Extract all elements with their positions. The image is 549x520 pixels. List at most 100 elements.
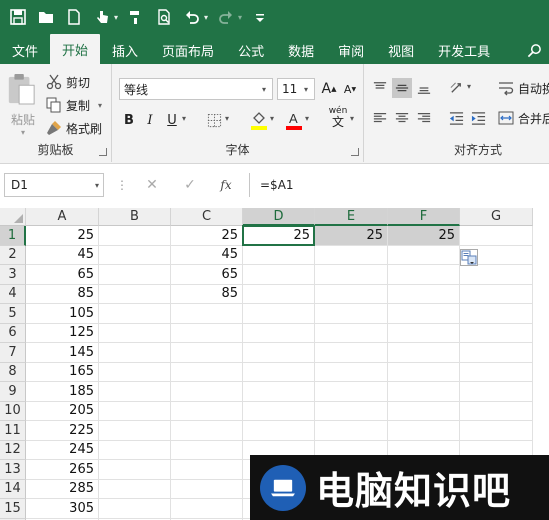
cell-b13[interactable] — [99, 460, 171, 480]
open-folder-icon[interactable] — [36, 7, 56, 27]
cell-c3[interactable]: 65 — [171, 265, 243, 285]
cell-b5[interactable] — [99, 304, 171, 324]
align-center-button[interactable] — [392, 108, 412, 128]
cell-c2[interactable]: 45 — [171, 245, 243, 265]
align-left-button[interactable] — [370, 108, 390, 128]
wrap-text-button[interactable]: 自动换 — [498, 78, 549, 98]
cell-e5[interactable] — [315, 304, 388, 324]
cell-a2[interactable]: 45 — [26, 245, 99, 265]
cell-e6[interactable] — [315, 323, 388, 343]
cell-c4[interactable]: 85 — [171, 284, 243, 304]
search-icon[interactable] — [519, 36, 549, 64]
cell-b12[interactable] — [99, 440, 171, 460]
font-launcher-icon[interactable] — [351, 148, 359, 156]
tab-file[interactable]: 文件 — [0, 36, 50, 64]
row-header[interactable]: 10 — [0, 401, 26, 421]
tab-insert[interactable]: 插入 — [100, 36, 150, 64]
cell-f2[interactable] — [388, 245, 460, 265]
redo-icon[interactable] — [216, 7, 236, 27]
increase-indent-button[interactable] — [468, 108, 488, 128]
cell-g8[interactable] — [460, 362, 533, 382]
select-all-corner[interactable] — [0, 208, 26, 226]
row-header[interactable]: 15 — [0, 499, 26, 519]
cell-g7[interactable] — [460, 343, 533, 363]
orientation-dropdown-icon[interactable]: ▾ — [467, 82, 471, 91]
underline-dropdown-icon[interactable]: ▾ — [182, 114, 186, 123]
column-header-f[interactable]: F — [388, 208, 460, 226]
cell-e2[interactable] — [315, 245, 388, 265]
bold-button[interactable]: B — [119, 110, 139, 130]
cell-f10[interactable] — [388, 401, 460, 421]
border-dropdown-icon[interactable]: ▾ — [225, 114, 229, 123]
cell-f7[interactable] — [388, 343, 460, 363]
cell-g11[interactable] — [460, 421, 533, 441]
copy-dropdown-icon[interactable]: ▾ — [98, 101, 102, 110]
cell-c1[interactable]: 25 — [171, 226, 243, 246]
cell-f11[interactable] — [388, 421, 460, 441]
format-painter-icon[interactable] — [126, 7, 146, 27]
formula-bar-separator[interactable]: ⋮ — [116, 178, 128, 192]
cell-c10[interactable] — [171, 401, 243, 421]
cell-e1[interactable]: 25 — [315, 226, 388, 246]
cell-e11[interactable] — [315, 421, 388, 441]
row-header[interactable]: 4 — [0, 284, 26, 304]
cell-e8[interactable] — [315, 362, 388, 382]
cell-b14[interactable] — [99, 479, 171, 499]
row-header[interactable]: 7 — [0, 343, 26, 363]
cell-f9[interactable] — [388, 382, 460, 402]
insert-function-icon[interactable]: fx — [215, 175, 237, 195]
italic-button[interactable]: I — [140, 110, 160, 130]
grow-font-button[interactable]: A ▲ — [319, 79, 339, 99]
cell-c15[interactable] — [171, 499, 243, 519]
touch-mode-dropdown-icon[interactable]: ▾ — [114, 13, 118, 22]
cell-c14[interactable] — [171, 479, 243, 499]
tab-home[interactable]: 开始 — [50, 34, 101, 64]
cell-a10[interactable]: 205 — [26, 401, 99, 421]
phonetic-button[interactable]: wén 文 — [326, 106, 350, 134]
cell-c11[interactable] — [171, 421, 243, 441]
new-file-icon[interactable] — [64, 7, 84, 27]
cell-d1[interactable]: 25 — [243, 226, 315, 246]
font-color-button[interactable]: A — [284, 108, 304, 132]
underline-button[interactable]: U — [162, 110, 182, 130]
cell-f4[interactable] — [388, 284, 460, 304]
row-header[interactable]: 13 — [0, 460, 26, 480]
cell-a12[interactable]: 245 — [26, 440, 99, 460]
column-header-e[interactable]: E — [315, 208, 388, 226]
cell-g3[interactable] — [460, 265, 533, 285]
cell-a15[interactable]: 305 — [26, 499, 99, 519]
font-name-select[interactable]: 等线 ▾ — [119, 78, 273, 100]
cell-d11[interactable] — [243, 421, 315, 441]
cell-b8[interactable] — [99, 362, 171, 382]
decrease-indent-button[interactable] — [446, 108, 466, 128]
cell-e9[interactable] — [315, 382, 388, 402]
cell-a3[interactable]: 65 — [26, 265, 99, 285]
fill-color-button[interactable] — [249, 108, 269, 132]
row-header[interactable]: 1 — [0, 226, 26, 246]
cell-d6[interactable] — [243, 323, 315, 343]
cell-e10[interactable] — [315, 401, 388, 421]
redo-dropdown-icon[interactable]: ▾ — [238, 13, 242, 22]
cell-f3[interactable] — [388, 265, 460, 285]
cell-b2[interactable] — [99, 245, 171, 265]
row-header[interactable]: 3 — [0, 265, 26, 285]
cell-e3[interactable] — [315, 265, 388, 285]
merge-center-button[interactable]: 合并后 — [498, 108, 549, 128]
align-middle-button[interactable] — [392, 78, 412, 98]
cell-a1[interactable]: 25 — [26, 226, 99, 246]
cell-d3[interactable] — [243, 265, 315, 285]
column-header-g[interactable]: G — [460, 208, 533, 226]
cell-c12[interactable] — [171, 440, 243, 460]
cell-b3[interactable] — [99, 265, 171, 285]
row-header[interactable]: 6 — [0, 323, 26, 343]
align-bottom-button[interactable] — [414, 78, 434, 98]
tab-view[interactable]: 视图 — [376, 36, 426, 64]
cell-d4[interactable] — [243, 284, 315, 304]
cell-b10[interactable] — [99, 401, 171, 421]
clipboard-launcher-icon[interactable] — [99, 148, 107, 156]
row-header[interactable]: 14 — [0, 479, 26, 499]
fill-color-dropdown-icon[interactable]: ▾ — [270, 114, 274, 123]
row-header[interactable]: 11 — [0, 421, 26, 441]
cell-a5[interactable]: 105 — [26, 304, 99, 324]
tab-developer[interactable]: 开发工具 — [426, 36, 502, 64]
